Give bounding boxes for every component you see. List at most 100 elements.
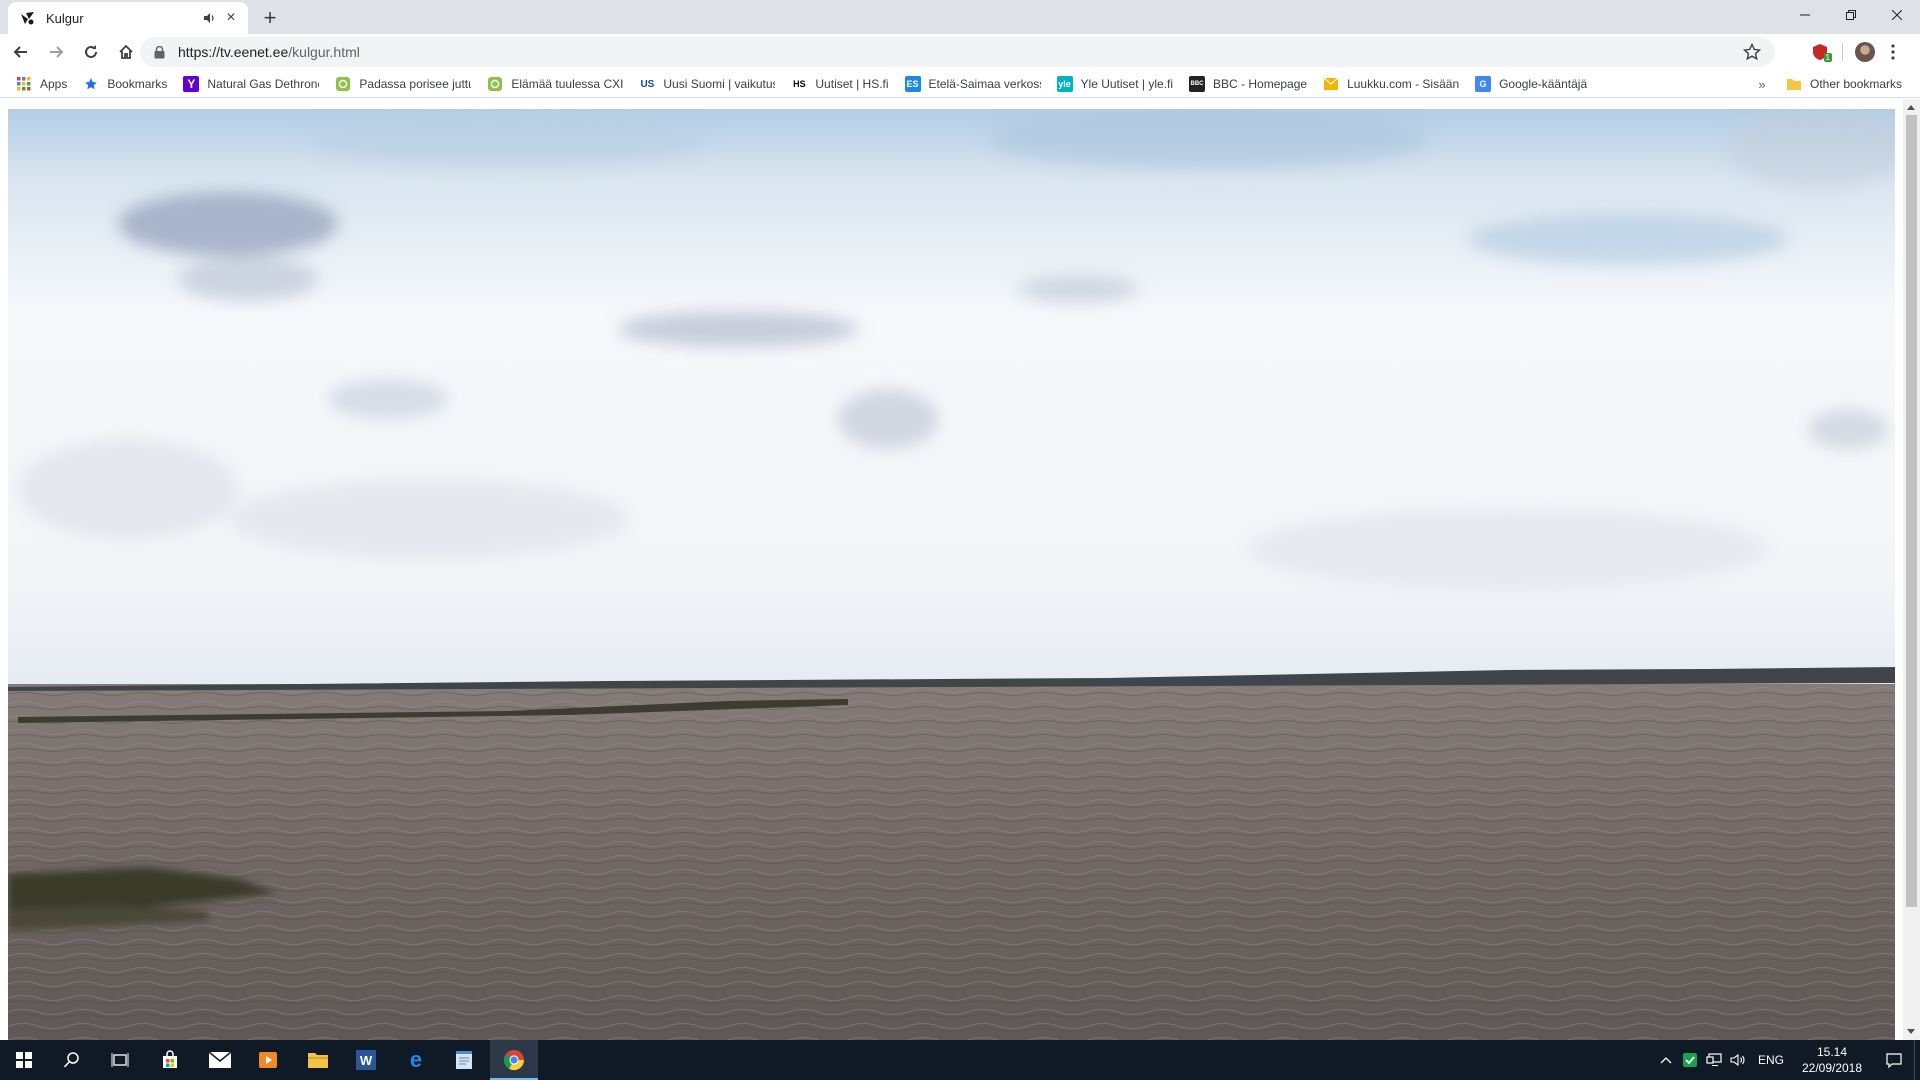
other-bookmarks-label: Other bookmarks: [1810, 77, 1903, 91]
lock-icon[interactable]: [152, 45, 166, 59]
bookmark-star-icon[interactable]: [1743, 43, 1761, 61]
task-view-button[interactable]: [96, 1040, 144, 1080]
taskbar-search-button[interactable]: [48, 1040, 96, 1080]
close-window-button[interactable]: [1874, 0, 1920, 30]
kebab-menu-icon: [1891, 44, 1895, 60]
toolbar-divider: [1842, 43, 1843, 61]
chrome-icon: [503, 1050, 525, 1071]
word-button[interactable]: W: [342, 1040, 390, 1080]
notepad-button[interactable]: [440, 1040, 488, 1080]
mail-button[interactable]: [196, 1040, 244, 1080]
bookmark-label: Google-kääntäjä: [1499, 77, 1588, 91]
url-text: https://tv.eenet.ee/kulgur.html: [178, 44, 360, 60]
tab-strip: Kulgur × +: [0, 0, 1920, 34]
bookmark-label: Bookmarks: [107, 77, 168, 91]
bookmark-item[interactable]: Apps: [10, 72, 73, 96]
speaker-icon: [1730, 1053, 1745, 1067]
input-language-indicator[interactable]: ENG: [1758, 1053, 1784, 1067]
start-icon: [16, 1052, 32, 1068]
apps-grid-icon: [16, 76, 32, 92]
address-bar[interactable]: https://tv.eenet.ee/kulgur.html: [140, 37, 1775, 67]
start-button[interactable]: [0, 1040, 48, 1080]
media-player-button[interactable]: [244, 1040, 292, 1080]
mail-envelope-icon: [1323, 76, 1339, 92]
chrome-menu-button[interactable]: [1879, 38, 1907, 66]
security-tray-button[interactable]: [1678, 1040, 1702, 1080]
volume-tray-button[interactable]: [1726, 1040, 1750, 1080]
bookmark-label: Luukku.com - Sisäänk: [1347, 77, 1460, 91]
show-hidden-icons-button[interactable]: [1654, 1040, 1678, 1080]
bookmark-label: Uutiset | HS.fi: [815, 77, 889, 91]
svg-text:W: W: [360, 1053, 373, 1068]
back-arrow-icon: [13, 46, 27, 58]
bookmark-item[interactable]: US Uusi Suomi | vaikutus: [633, 72, 781, 96]
google-translate-icon: G: [1475, 76, 1492, 92]
home-icon: [119, 44, 133, 59]
hs-icon: HS: [793, 79, 806, 89]
forward-button[interactable]: [42, 38, 70, 66]
avatar: [1855, 42, 1875, 62]
bookmark-item[interactable]: Y Natural Gas Dethrone: [177, 72, 325, 96]
bookmark-item[interactable]: Bookmarks: [77, 72, 173, 96]
scroll-up-arrow-icon[interactable]: [1907, 105, 1915, 110]
network-icon: [1706, 1053, 1722, 1066]
bookmarks-list: Apps Bookmarks Y Natural Gas Dethrone Padass…: [10, 70, 1597, 98]
url-host: https://tv.eenet.ee: [178, 44, 289, 60]
chrome-taskbar-button[interactable]: [490, 1040, 538, 1080]
bookmark-item[interactable]: G Google-kääntäjä: [1469, 72, 1593, 96]
bookmark-item[interactable]: Elämää tuulessa CXIII: [481, 72, 629, 96]
taskbar-clock[interactable]: 15.14 22/09/2018: [1794, 1044, 1870, 1076]
scroll-down-arrow-icon[interactable]: [1907, 1029, 1915, 1034]
kulgur-favicon-icon: [20, 10, 36, 26]
network-tray-button[interactable]: [1702, 1040, 1726, 1080]
bookmark-item[interactable]: HS Uutiset | HS.fi: [785, 72, 894, 96]
edge-button[interactable]: e: [392, 1040, 440, 1080]
ublock-extension-icon[interactable]: 1: [1806, 38, 1834, 66]
scroll-thumb[interactable]: [1906, 115, 1917, 907]
bookmark-label: Apps: [40, 77, 68, 91]
other-bookmarks-folder[interactable]: Other bookmarks: [1786, 72, 1902, 96]
bookmark-label: BBC - Homepage: [1213, 77, 1308, 91]
bookmark-label: Uusi Suomi | vaikutus: [663, 77, 776, 91]
window-controls: [1782, 0, 1920, 30]
webcam-stream-image[interactable]: [8, 109, 1895, 1040]
url-path: /kulgur.html: [288, 44, 360, 60]
search-icon: [63, 1052, 79, 1068]
profile-avatar[interactable]: [1851, 38, 1879, 66]
store-icon: [163, 1050, 177, 1068]
file-explorer-button[interactable]: [294, 1040, 342, 1080]
green-circle-icon: [487, 76, 503, 92]
bookmark-item[interactable]: ES Etelä-Saimaa verkoss: [899, 72, 1047, 96]
bookmark-label: Natural Gas Dethrone: [207, 77, 320, 91]
tab-close-icon[interactable]: ×: [222, 9, 240, 27]
notepad-icon: [456, 1051, 472, 1069]
action-center-button[interactable]: [1874, 1040, 1914, 1080]
bbc-icon: BBC: [1189, 76, 1206, 92]
audio-playing-icon[interactable]: [200, 9, 218, 27]
bookmarks-overflow-button[interactable]: »: [1752, 74, 1772, 94]
bookmark-item[interactable]: Luukku.com - Sisäänk: [1317, 72, 1465, 96]
page-scrollbar[interactable]: [1903, 99, 1920, 1040]
bookmark-label: Yle Uutiset | yle.fi: [1080, 77, 1174, 91]
reload-button[interactable]: [77, 38, 105, 66]
file-explorer-icon: [308, 1053, 328, 1068]
bookmark-item[interactable]: BBC BBC - Homepage: [1183, 72, 1313, 96]
mail-icon: [209, 1052, 231, 1068]
bookmark-item[interactable]: yle Yle Uutiset | yle.fi: [1051, 72, 1179, 96]
home-button[interactable]: [112, 38, 140, 66]
webcam-scene: [8, 109, 1895, 1040]
bookmark-label: Elämää tuulessa CXIII: [511, 77, 624, 91]
new-tab-button[interactable]: +: [258, 5, 282, 30]
windows-taskbar: W e ENG 15.14 22/09/2018: [0, 1040, 1920, 1080]
clock-time: 15.14: [1816, 1045, 1848, 1059]
notification-icon: [1886, 1052, 1902, 1068]
tab-kulgur[interactable]: Kulgur ×: [8, 2, 248, 34]
show-desktop-button[interactable]: [1914, 1040, 1920, 1080]
store-button[interactable]: [146, 1040, 194, 1080]
restore-button[interactable]: [1828, 0, 1874, 30]
minimize-button[interactable]: [1782, 0, 1828, 30]
forward-arrow-icon: [50, 46, 64, 58]
back-button[interactable]: [7, 38, 35, 66]
bookmark-item[interactable]: Padassa porisee juttu: [329, 72, 477, 96]
yahoo-icon: Y: [183, 76, 200, 92]
